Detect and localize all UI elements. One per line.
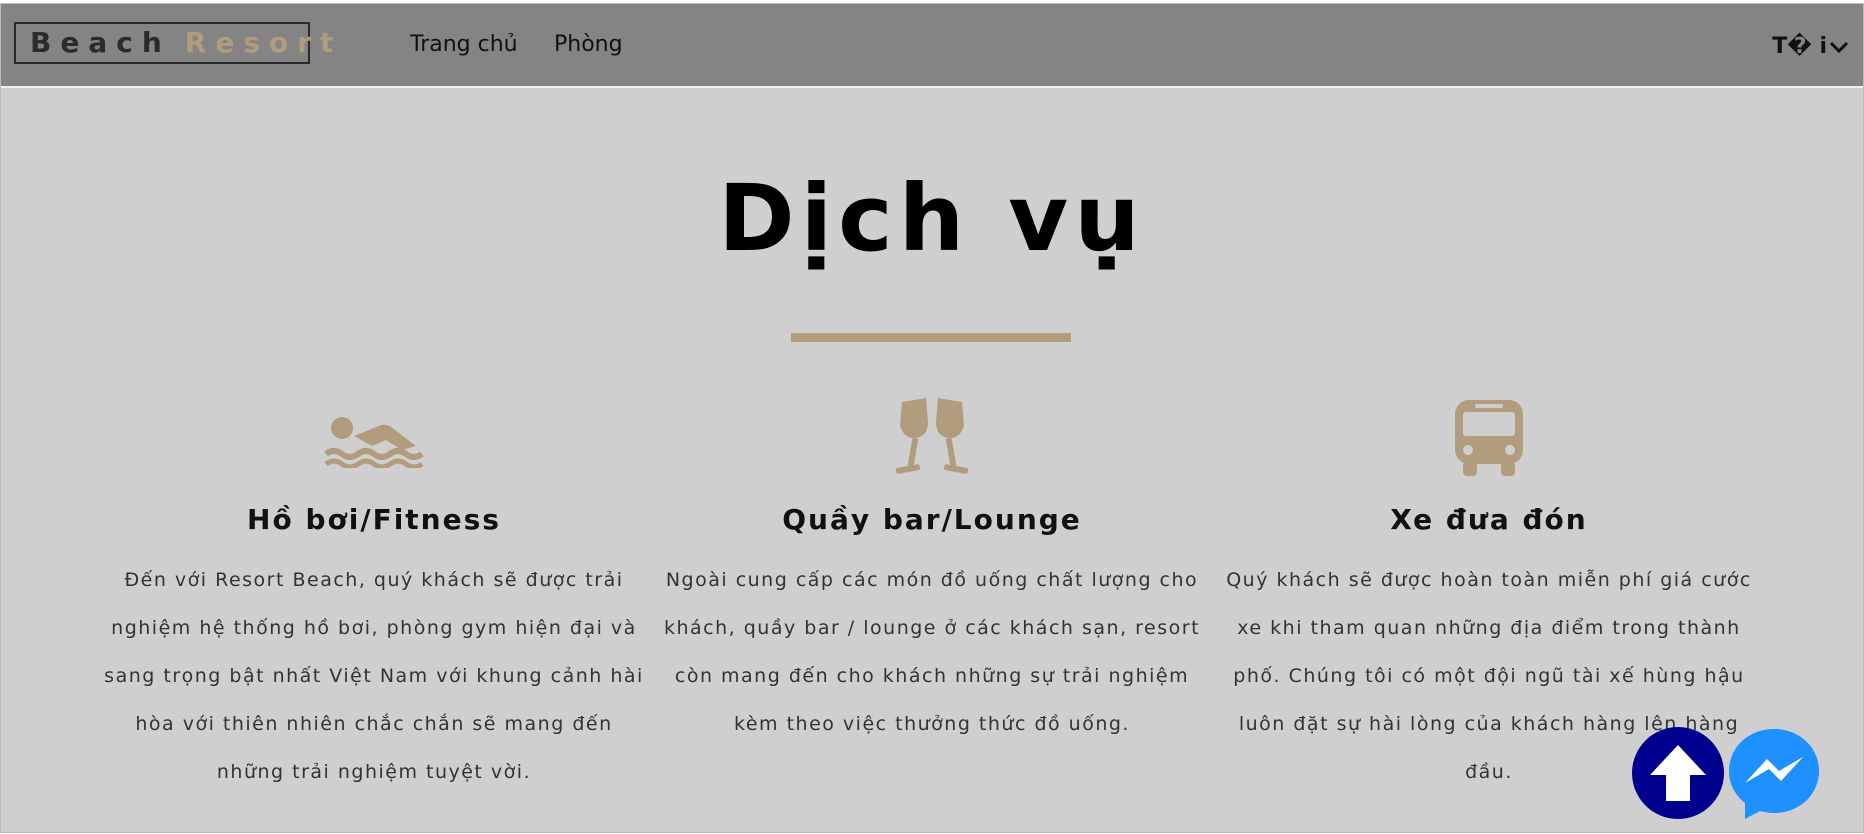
- brand-word-2: Resort: [184, 26, 343, 59]
- service-title: Hồ bơi/Fitness: [247, 503, 501, 536]
- scroll-to-top-button[interactable]: [1632, 727, 1724, 819]
- account-menu-label: T� i: [1772, 34, 1827, 59]
- page-frame: Beach Resort Trang chủ Phòng T� i Dịch vụ…: [0, 3, 1864, 833]
- nav-link-home[interactable]: Trang chủ: [410, 32, 518, 57]
- service-description: Ngoài cung cấp các món đồ uống chất lượn…: [663, 569, 1201, 735]
- navbar: Beach Resort Trang chủ Phòng T� i: [1, 4, 1863, 88]
- service-card-bar: Quầy bar/Lounge Ngoài cung cấp các món đ…: [662, 396, 1202, 748]
- brand-word-1: Beach: [30, 26, 171, 59]
- service-description: Đến với Resort Beach, quý khách sẽ được …: [104, 569, 644, 783]
- service-title: Xe đưa đón: [1390, 503, 1588, 536]
- wine-glasses-icon: [662, 396, 1202, 480]
- arrow-up-icon: [1650, 745, 1706, 801]
- swimmer-icon: [104, 396, 644, 480]
- service-title: Quầy bar/Lounge: [782, 503, 1082, 536]
- brand-logo[interactable]: Beach Resort: [14, 22, 333, 64]
- messenger-chat-button[interactable]: [1727, 727, 1821, 821]
- account-menu[interactable]: T� i: [1772, 34, 1849, 59]
- nav-link-rooms[interactable]: Phòng: [554, 32, 623, 57]
- title-divider: [791, 333, 1071, 342]
- section-title: Dịch vụ: [718, 165, 1146, 272]
- bus-icon: [1219, 396, 1759, 480]
- messenger-icon: [1729, 729, 1819, 819]
- chevron-down-icon: [1829, 41, 1849, 53]
- service-card-pool: Hồ bơi/Fitness Đến với Resort Beach, quý…: [104, 396, 644, 796]
